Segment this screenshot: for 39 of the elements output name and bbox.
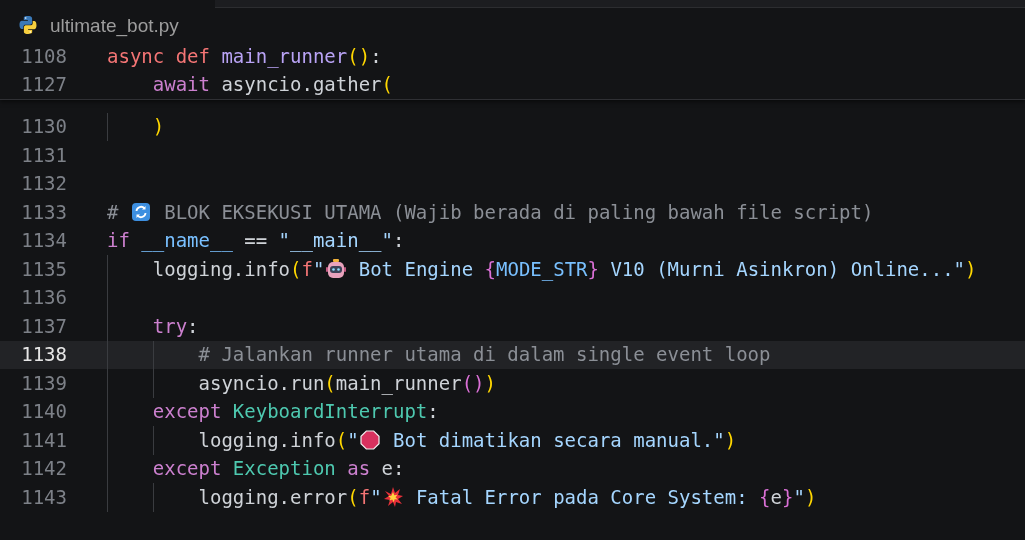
code-line: asyncio.run(main_runner()) <box>198 373 496 393</box>
code-line: try: <box>152 316 199 336</box>
robot-icon <box>325 258 346 281</box>
code-line: except Exception as e: <box>152 459 405 479</box>
line-number: 1137 <box>20 316 67 336</box>
line-number: 1142 <box>20 459 67 479</box>
code-text: Fatal Error pada Core System: {e}") <box>414 487 817 507</box>
code-text: logging.info(" <box>198 430 359 450</box>
line-number: 1143 <box>20 487 67 507</box>
code-line: if __name__ == "__main__": <box>107 231 405 251</box>
line-number: 1132 <box>20 174 67 194</box>
line-number: 1133 <box>20 202 67 222</box>
code-text: Bot dimatikan secara manual.") <box>392 430 737 450</box>
code-text: logging.error(f" <box>198 487 382 507</box>
line-number: 1108 <box>20 46 67 66</box>
line-number: 1134 <box>20 231 67 251</box>
line-number: 1130 <box>20 117 67 137</box>
line-number: 1136 <box>20 288 67 308</box>
code-text: Bot Engine {MODE_STR} V10 (Murni Asinkron) Online...") <box>357 259 977 279</box>
code-line: await asyncio.gather( <box>152 75 393 95</box>
code-text: # <box>107 202 120 222</box>
file-name[interactable]: ultimate_bot.py <box>50 15 179 35</box>
code-line: async def main_runner(): <box>107 46 382 66</box>
line-number: 1141 <box>20 430 67 450</box>
code-line: ) <box>152 117 165 137</box>
line-number: 1139 <box>20 373 67 393</box>
line-number: 1135 <box>20 259 67 279</box>
line-number: 1131 <box>20 145 67 165</box>
code-text: BLOK EKSEKUSI UTAMA (Wajib berada di paling bawah file script) <box>163 202 874 222</box>
code-text: logging.info(f" <box>152 259 325 279</box>
stop-sign-icon <box>360 430 381 451</box>
refresh-icon <box>131 202 152 223</box>
code-line: # Jalankan runner utama di dalam single event loop <box>198 345 771 365</box>
line-number: 1138 <box>20 345 67 365</box>
python-icon <box>18 15 38 35</box>
code-line: except KeyboardInterrupt: <box>152 402 439 422</box>
explosion-icon <box>383 487 403 508</box>
line-number: 1127 <box>20 75 67 95</box>
line-number: 1140 <box>20 402 67 422</box>
